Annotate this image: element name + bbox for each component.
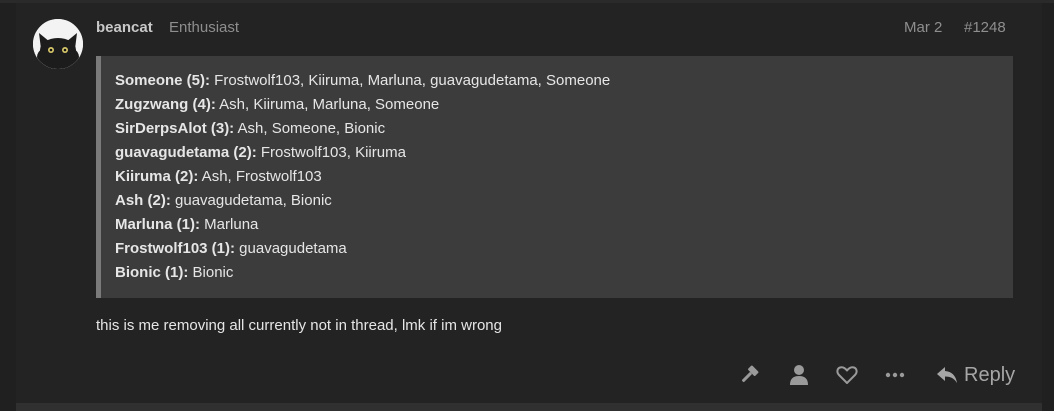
post-date[interactable]: Mar 2 xyxy=(904,19,942,36)
voter-list: Ash, Someone, Bionic xyxy=(234,120,386,137)
quote-row: Frostwolf103 (1): guavagudetama xyxy=(115,237,1013,261)
cat-avatar-icon xyxy=(33,19,83,69)
quote-row: Bionic (1): Bionic xyxy=(115,261,1013,285)
reply-button[interactable]: Reply xyxy=(936,362,1015,388)
quote-row: Zugzwang (4): Ash, Kiiruma, Marluna, Som… xyxy=(115,93,1013,117)
avatar[interactable] xyxy=(33,19,83,69)
heart-icon[interactable] xyxy=(834,362,860,388)
vote-count-quote: Someone (5): Frostwolf103, Kiiruma, Marl… xyxy=(96,56,1013,298)
quote-row: Someone (5): Frostwolf103, Kiiruma, Marl… xyxy=(115,69,1013,93)
quote-row: Kiiruma (2): Ash, Frostwolf103 xyxy=(115,165,1013,189)
bottom-divider xyxy=(16,403,1042,411)
voter-list: Ash, Kiiruma, Marluna, Someone xyxy=(215,96,440,113)
voter-list: guavagudetama, Bionic xyxy=(170,192,332,209)
voter-list: guavagudetama xyxy=(235,240,347,257)
candidate-name: Zugzwang (4): xyxy=(115,96,216,113)
candidate-name: SirDerpsAlot (3): xyxy=(115,120,235,137)
username[interactable]: beancat xyxy=(96,19,153,36)
voter-list: Marluna xyxy=(200,216,259,233)
voter-list: Bionic xyxy=(188,264,234,281)
reply-label: Reply xyxy=(964,363,1016,386)
candidate-name: Marluna (1): xyxy=(115,216,201,233)
candidate-name: guavagudetama (2): xyxy=(115,144,257,161)
post-number[interactable]: #1248 xyxy=(964,19,1006,36)
quote-row: Ash (2): guavagudetama, Bionic xyxy=(115,189,1013,213)
candidate-name: Frostwolf103 (1): xyxy=(115,240,236,257)
candidate-name: Bionic (1): xyxy=(115,264,189,281)
user-title: Enthusiast xyxy=(169,19,240,36)
gavel-icon[interactable] xyxy=(736,362,762,388)
quote-row: SirDerpsAlot (3): Ash, Someone, Bionic xyxy=(115,117,1013,141)
candidate-name: Someone (5): xyxy=(115,72,211,89)
post-body-text: this is me removing all currently not in… xyxy=(96,317,502,334)
user-icon[interactable] xyxy=(786,362,812,388)
voter-list: Frostwolf103, Kiiruma, Marluna, guavagud… xyxy=(210,72,611,89)
voter-list: Frostwolf103, Kiiruma xyxy=(256,144,406,161)
candidate-name: Kiiruma (2): xyxy=(115,168,199,185)
voter-list: Ash, Frostwolf103 xyxy=(198,168,322,185)
reply-icon xyxy=(937,367,957,383)
quote-row: Marluna (1): Marluna xyxy=(115,213,1013,237)
candidate-name: Ash (2): xyxy=(115,192,171,209)
more-icon[interactable] xyxy=(882,362,908,388)
post: beancat Enthusiast Mar 2 #1248 Someone (… xyxy=(16,3,1042,403)
quote-row: guavagudetama (2): Frostwolf103, Kiiruma xyxy=(115,141,1013,165)
